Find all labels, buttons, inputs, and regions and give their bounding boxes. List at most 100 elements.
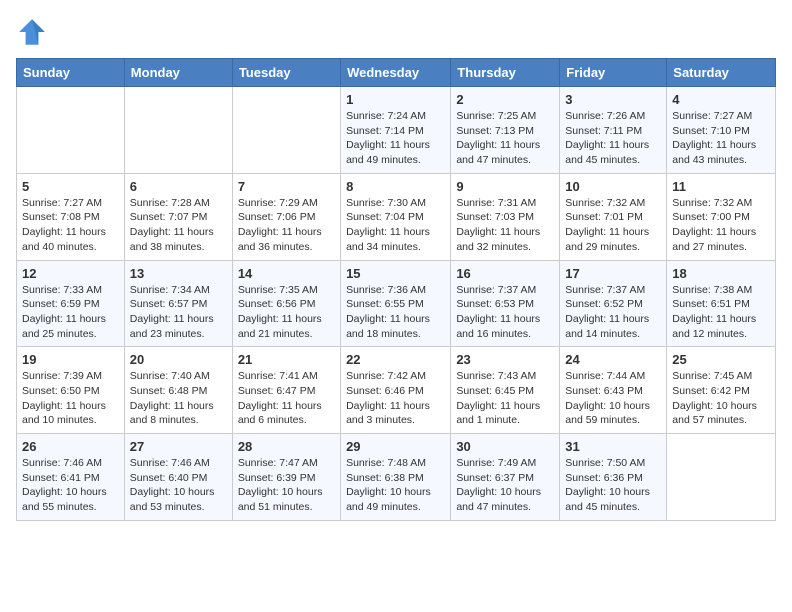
calendar-cell: 2Sunrise: 7:25 AM Sunset: 7:13 PM Daylig… bbox=[451, 87, 560, 174]
calendar-cell bbox=[232, 87, 340, 174]
day-info: Sunrise: 7:36 AM Sunset: 6:55 PM Dayligh… bbox=[346, 283, 445, 342]
calendar-cell: 4Sunrise: 7:27 AM Sunset: 7:10 PM Daylig… bbox=[667, 87, 776, 174]
day-info: Sunrise: 7:31 AM Sunset: 7:03 PM Dayligh… bbox=[456, 196, 554, 255]
day-info: Sunrise: 7:33 AM Sunset: 6:59 PM Dayligh… bbox=[22, 283, 119, 342]
day-info: Sunrise: 7:27 AM Sunset: 7:08 PM Dayligh… bbox=[22, 196, 119, 255]
day-number: 1 bbox=[346, 92, 445, 107]
logo bbox=[16, 16, 52, 48]
day-number: 9 bbox=[456, 179, 554, 194]
day-number: 20 bbox=[130, 352, 227, 367]
calendar-cell bbox=[667, 434, 776, 521]
day-info: Sunrise: 7:30 AM Sunset: 7:04 PM Dayligh… bbox=[346, 196, 445, 255]
day-info: Sunrise: 7:37 AM Sunset: 6:52 PM Dayligh… bbox=[565, 283, 661, 342]
day-header-sunday: Sunday bbox=[17, 59, 125, 87]
calendar-cell: 22Sunrise: 7:42 AM Sunset: 6:46 PM Dayli… bbox=[341, 347, 451, 434]
calendar-cell: 20 Sunrise: 7:40 AM Sunset: 6:48 PM Dayli… bbox=[124, 347, 232, 434]
calendar-cell: 12 Sunrise: 7:33 AM Sunset: 6:59 PM Dayli… bbox=[17, 260, 125, 347]
day-number: 6 bbox=[130, 179, 227, 194]
day-header-wednesday: Wednesday bbox=[341, 59, 451, 87]
day-number: 26 bbox=[22, 439, 119, 454]
day-header-saturday: Saturday bbox=[667, 59, 776, 87]
day-info: Sunrise: 7:32 AM Sunset: 7:00 PM Dayligh… bbox=[672, 196, 770, 255]
day-number: 16 bbox=[456, 266, 554, 281]
calendar-cell bbox=[17, 87, 125, 174]
day-info: Sunrise: 7:40 AM Sunset: 6:48 PM Dayligh… bbox=[130, 369, 227, 428]
calendar-cell: 1 Sunrise: 7:24 AM Sunset: 7:14 PM Daylig… bbox=[341, 87, 451, 174]
calendar-cell: 15 Sunrise: 7:36 AM Sunset: 6:55 PM Dayli… bbox=[341, 260, 451, 347]
day-info: Sunrise: 7:29 AM Sunset: 7:06 PM Dayligh… bbox=[238, 196, 335, 255]
day-header-monday: Monday bbox=[124, 59, 232, 87]
day-number: 22 bbox=[346, 352, 445, 367]
calendar-cell: 13Sunrise: 7:34 AM Sunset: 6:57 PM Dayli… bbox=[124, 260, 232, 347]
days-header-row: SundayMondayTuesdayWednesdayThursdayFrid… bbox=[17, 59, 776, 87]
day-info: Sunrise: 7:24 AM Sunset: 7:14 PM Dayligh… bbox=[346, 109, 445, 168]
calendar-table: SundayMondayTuesdayWednesdayThursdayFrid… bbox=[16, 58, 776, 521]
day-number: 8 bbox=[346, 179, 445, 194]
day-header-tuesday: Tuesday bbox=[232, 59, 340, 87]
calendar-cell: 18Sunrise: 7:38 AM Sunset: 6:51 PM Dayli… bbox=[667, 260, 776, 347]
day-number: 25 bbox=[672, 352, 770, 367]
week-row-5: 26 Sunrise: 7:46 AM Sunset: 6:41 PM Dayli… bbox=[17, 434, 776, 521]
calendar-cell: 8 Sunrise: 7:30 AM Sunset: 7:04 PM Daylig… bbox=[341, 173, 451, 260]
calendar-cell bbox=[124, 87, 232, 174]
day-number: 4 bbox=[672, 92, 770, 107]
day-number: 12 bbox=[22, 266, 119, 281]
day-number: 14 bbox=[238, 266, 335, 281]
day-info: Sunrise: 7:46 AM Sunset: 6:41 PM Dayligh… bbox=[22, 456, 119, 515]
day-info: Sunrise: 7:43 AM Sunset: 6:45 PM Dayligh… bbox=[456, 369, 554, 428]
week-row-4: 19 Sunrise: 7:39 AM Sunset: 6:50 PM Dayli… bbox=[17, 347, 776, 434]
calendar-cell: 29 Sunrise: 7:48 AM Sunset: 6:38 PM Dayli… bbox=[341, 434, 451, 521]
day-info: Sunrise: 7:44 AM Sunset: 6:43 PM Dayligh… bbox=[565, 369, 661, 428]
day-number: 11 bbox=[672, 179, 770, 194]
day-info: Sunrise: 7:46 AM Sunset: 6:40 PM Dayligh… bbox=[130, 456, 227, 515]
day-number: 18 bbox=[672, 266, 770, 281]
day-number: 19 bbox=[22, 352, 119, 367]
calendar-cell: 26 Sunrise: 7:46 AM Sunset: 6:41 PM Dayli… bbox=[17, 434, 125, 521]
day-number: 28 bbox=[238, 439, 335, 454]
day-number: 21 bbox=[238, 352, 335, 367]
calendar-cell: 21Sunrise: 7:41 AM Sunset: 6:47 PM Dayli… bbox=[232, 347, 340, 434]
week-row-2: 5 Sunrise: 7:27 AM Sunset: 7:08 PM Daylig… bbox=[17, 173, 776, 260]
day-number: 31 bbox=[565, 439, 661, 454]
calendar-cell: 19 Sunrise: 7:39 AM Sunset: 6:50 PM Dayli… bbox=[17, 347, 125, 434]
calendar-cell: 14 Sunrise: 7:35 AM Sunset: 6:56 PM Dayli… bbox=[232, 260, 340, 347]
calendar-cell: 17Sunrise: 7:37 AM Sunset: 6:52 PM Dayli… bbox=[560, 260, 667, 347]
day-info: Sunrise: 7:45 AM Sunset: 6:42 PM Dayligh… bbox=[672, 369, 770, 428]
day-info: Sunrise: 7:32 AM Sunset: 7:01 PM Dayligh… bbox=[565, 196, 661, 255]
calendar-cell: 16 Sunrise: 7:37 AM Sunset: 6:53 PM Dayli… bbox=[451, 260, 560, 347]
calendar-cell: 28 Sunrise: 7:47 AM Sunset: 6:39 PM Dayli… bbox=[232, 434, 340, 521]
day-number: 30 bbox=[456, 439, 554, 454]
day-number: 23 bbox=[456, 352, 554, 367]
calendar-cell: 11 Sunrise: 7:32 AM Sunset: 7:00 PM Dayli… bbox=[667, 173, 776, 260]
day-number: 27 bbox=[130, 439, 227, 454]
calendar-cell: 23 Sunrise: 7:43 AM Sunset: 6:45 PM Dayli… bbox=[451, 347, 560, 434]
day-info: Sunrise: 7:35 AM Sunset: 6:56 PM Dayligh… bbox=[238, 283, 335, 342]
calendar-cell: 30 Sunrise: 7:49 AM Sunset: 6:37 PM Dayli… bbox=[451, 434, 560, 521]
day-number: 24 bbox=[565, 352, 661, 367]
day-number: 15 bbox=[346, 266, 445, 281]
logo-icon bbox=[16, 16, 48, 48]
day-info: Sunrise: 7:26 AM Sunset: 7:11 PM Dayligh… bbox=[565, 109, 661, 168]
day-number: 3 bbox=[565, 92, 661, 107]
calendar-cell: 9 Sunrise: 7:31 AM Sunset: 7:03 PM Daylig… bbox=[451, 173, 560, 260]
calendar-cell: 24 Sunrise: 7:44 AM Sunset: 6:43 PM Dayli… bbox=[560, 347, 667, 434]
calendar-cell: 3 Sunrise: 7:26 AM Sunset: 7:11 PM Daylig… bbox=[560, 87, 667, 174]
day-number: 5 bbox=[22, 179, 119, 194]
calendar-cell: 6Sunrise: 7:28 AM Sunset: 7:07 PM Daylig… bbox=[124, 173, 232, 260]
calendar-cell: 5 Sunrise: 7:27 AM Sunset: 7:08 PM Daylig… bbox=[17, 173, 125, 260]
day-info: Sunrise: 7:50 AM Sunset: 6:36 PM Dayligh… bbox=[565, 456, 661, 515]
calendar-cell: 31 Sunrise: 7:50 AM Sunset: 6:36 PM Dayli… bbox=[560, 434, 667, 521]
day-info: Sunrise: 7:39 AM Sunset: 6:50 PM Dayligh… bbox=[22, 369, 119, 428]
calendar-cell: 27 Sunrise: 7:46 AM Sunset: 6:40 PM Dayli… bbox=[124, 434, 232, 521]
day-info: Sunrise: 7:47 AM Sunset: 6:39 PM Dayligh… bbox=[238, 456, 335, 515]
calendar-cell: 25 Sunrise: 7:45 AM Sunset: 6:42 PM Dayli… bbox=[667, 347, 776, 434]
day-header-friday: Friday bbox=[560, 59, 667, 87]
calendar-cell: 10 Sunrise: 7:32 AM Sunset: 7:01 PM Dayli… bbox=[560, 173, 667, 260]
day-number: 10 bbox=[565, 179, 661, 194]
day-number: 29 bbox=[346, 439, 445, 454]
day-info: Sunrise: 7:25 AM Sunset: 7:13 PM Dayligh… bbox=[456, 109, 554, 168]
day-info: Sunrise: 7:37 AM Sunset: 6:53 PM Dayligh… bbox=[456, 283, 554, 342]
day-info: Sunrise: 7:49 AM Sunset: 6:37 PM Dayligh… bbox=[456, 456, 554, 515]
day-info: Sunrise: 7:48 AM Sunset: 6:38 PM Dayligh… bbox=[346, 456, 445, 515]
calendar-cell: 7Sunrise: 7:29 AM Sunset: 7:06 PM Daylig… bbox=[232, 173, 340, 260]
